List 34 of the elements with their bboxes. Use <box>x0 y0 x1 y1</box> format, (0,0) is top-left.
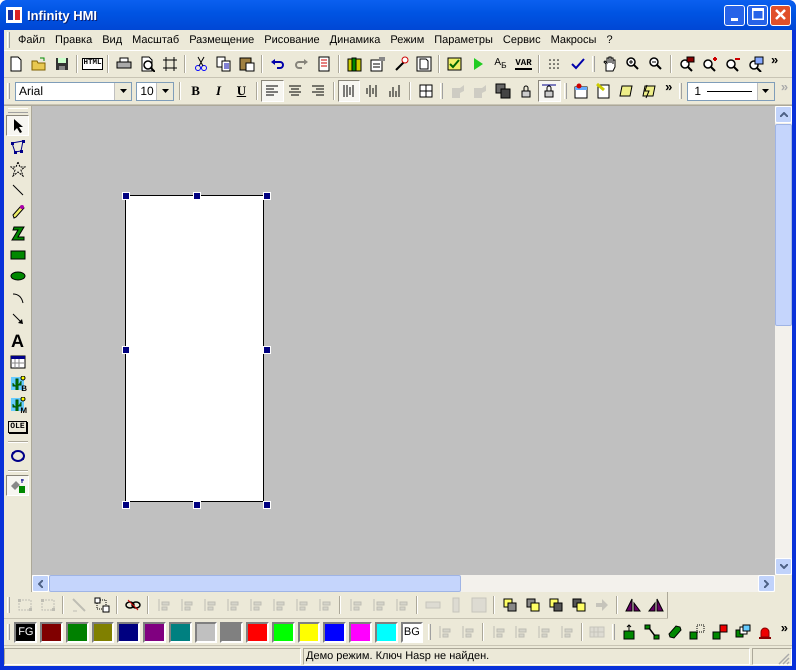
menu-item[interactable]: Режим <box>385 34 430 46</box>
menu-item[interactable]: ? <box>601 34 618 46</box>
dropdown[interactable]: 10 <box>136 82 174 100</box>
dropdown-value: 1 <box>693 84 702 98</box>
dropdown-value: Arial <box>18 84 44 98</box>
text-tool-button[interactable]: A <box>6 330 29 351</box>
menu-item[interactable]: Динамика <box>324 34 386 46</box>
menu-item[interactable]: Масштаб <box>127 34 184 46</box>
menu-item[interactable]: Размещение <box>184 34 260 46</box>
italic-button[interactable]: I <box>207 80 230 102</box>
status-message: Демо режим. Ключ Hasp не найден. <box>303 648 750 664</box>
menu-item[interactable]: Файл <box>13 34 50 46</box>
toolbar-overflow-button[interactable]: » <box>767 52 782 67</box>
dropdown[interactable]: Arial <box>15 82 132 100</box>
menu-item[interactable]: Вид <box>97 34 128 46</box>
var-button[interactable]: VAR <box>512 53 535 75</box>
color-swatch[interactable]: FG <box>14 622 38 642</box>
ole-button[interactable]: OLE <box>6 416 29 437</box>
cactus-button[interactable]: M <box>6 394 29 416</box>
cactus-button[interactable]: B <box>6 373 29 394</box>
menu-item[interactable]: Макросы <box>546 34 602 46</box>
menu-item[interactable]: Сервис <box>498 34 546 46</box>
dropdown[interactable]: 1 <box>687 82 775 100</box>
window-title: Infinity HMI <box>27 8 98 22</box>
toolbar-overflow-button[interactable]: » <box>661 79 676 94</box>
menu-item[interactable]: Правка <box>50 34 98 46</box>
menu-item[interactable]: Рисование <box>259 34 325 46</box>
dropdown-value: 10 <box>139 84 155 98</box>
color-swatch[interactable]: BG <box>400 622 424 642</box>
ab-button[interactable]: A$_{Б}$ <box>489 53 512 75</box>
menu-item[interactable]: Параметры <box>429 34 498 46</box>
bold-button[interactable]: B <box>184 80 208 102</box>
toolbar-overflow-button[interactable]: » <box>776 620 792 635</box>
underline-button[interactable]: U <box>230 80 253 102</box>
